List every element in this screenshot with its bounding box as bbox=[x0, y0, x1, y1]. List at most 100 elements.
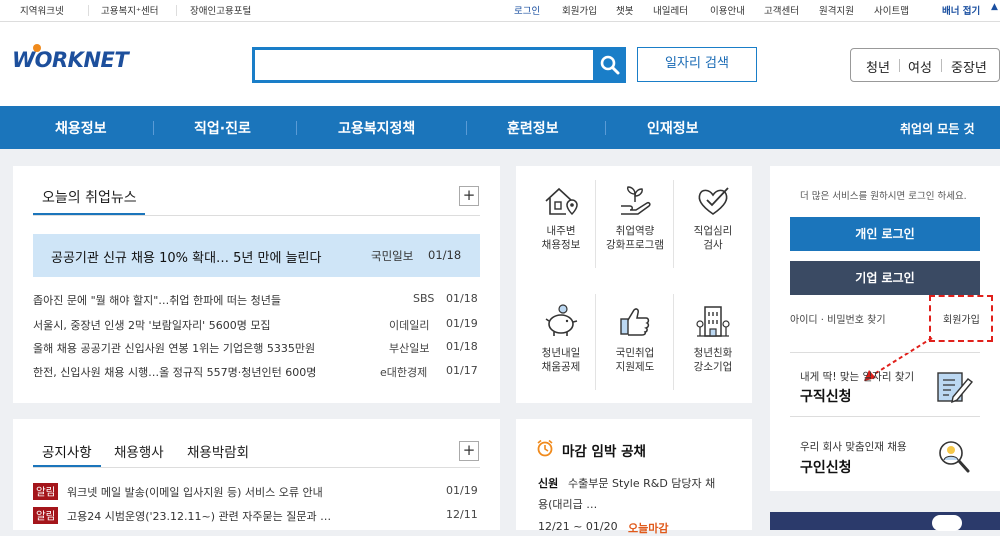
news-title[interactable]: 오늘의 취업뉴스 bbox=[42, 187, 137, 207]
divider bbox=[790, 352, 980, 353]
nav-item-welfare-policy[interactable]: 고용복지정책 bbox=[338, 118, 415, 138]
news-item-date: 01/18 bbox=[446, 340, 478, 353]
job-search-button[interactable]: 일자리 검색 bbox=[637, 47, 757, 82]
link-customer-center[interactable]: 고객센터 bbox=[764, 3, 799, 17]
main-nav: 채용정보 직업·진로 고용복지정책 훈련정보 인재정보 취업의 모든 것 bbox=[0, 106, 1000, 149]
worknet-logo[interactable]: WORKNET bbox=[12, 44, 129, 72]
news-item-text: 올해 채용 공공기관 신입사원 연봉 1위는 기업은행 5335만원 bbox=[33, 342, 316, 355]
link-regional-worknet[interactable]: 지역워크넷 bbox=[20, 3, 64, 17]
deadline-card: 마감 임박 공채 신원 수출부문 Style R&D 담당자 채 용(대리급 …… bbox=[516, 419, 752, 535]
divider bbox=[605, 121, 606, 135]
news-headline[interactable]: 공공기관 신규 채용 10% 확대… 5년 만에 늘린다 국민일보 01/18 bbox=[33, 234, 480, 277]
nav-item-training[interactable]: 훈련정보 bbox=[507, 118, 559, 138]
tab-recruit-events[interactable]: 채용행사 bbox=[114, 441, 164, 461]
link-remote-support[interactable]: 원격지원 bbox=[819, 3, 854, 17]
piggy-bank-icon bbox=[545, 304, 578, 336]
divider bbox=[790, 416, 980, 417]
plant-hand-icon bbox=[621, 186, 651, 215]
headline-text: 공공기관 신규 채용 10% 확대… 5년 만에 늘린다 bbox=[51, 251, 322, 266]
find-id-password-link[interactable]: 아이디 · 비밀번호 찾기 bbox=[790, 311, 886, 326]
link-disabled-employment-portal[interactable]: 장애인고용포털 bbox=[190, 3, 251, 17]
service-label: 채용정보 bbox=[541, 239, 581, 251]
tab-job-fairs[interactable]: 채용박람회 bbox=[187, 441, 249, 461]
nav-all-menu[interactable]: 취업의 모든 것 bbox=[900, 120, 975, 137]
tab-notice[interactable]: 공지사항 bbox=[42, 441, 92, 461]
deadline-company: 신원 bbox=[538, 477, 559, 490]
search-input[interactable] bbox=[252, 47, 596, 83]
service-label: 강화프로그램 bbox=[606, 239, 664, 251]
plus-icon: + bbox=[462, 186, 476, 204]
service-capacity-program[interactable]: 취업역량 강화프로그램 bbox=[596, 184, 674, 252]
divider bbox=[466, 121, 467, 135]
service-label: 내주변 bbox=[546, 225, 576, 237]
link-sitemap[interactable]: 사이트맵 bbox=[874, 3, 909, 17]
alarm-clock-icon bbox=[537, 439, 553, 457]
link-login[interactable]: 로그인 bbox=[514, 3, 540, 17]
quick-link-women[interactable]: 여성 bbox=[908, 57, 932, 76]
banner-fold-button[interactable]: 배너 접기 bbox=[942, 3, 980, 17]
service-psych-test[interactable]: 직업심리 검사 bbox=[674, 184, 752, 252]
login-prompt: 더 많은 서비스를 원하시면 로그인 하세요. bbox=[800, 191, 967, 202]
banner-control-icon[interactable] bbox=[932, 515, 962, 531]
logo-text: WORKNET bbox=[12, 48, 129, 72]
news-item-date: 01/18 bbox=[446, 292, 478, 305]
deadline-title: 마감 임박 공채 bbox=[562, 444, 646, 460]
link-chatbot[interactable]: 챗봇 bbox=[616, 3, 633, 17]
service-label: 국민취업 bbox=[615, 347, 655, 359]
heart-check-icon bbox=[698, 187, 729, 215]
link-employment-welfare-center[interactable]: 고용복지⁺센터 bbox=[101, 3, 158, 17]
service-label: 검사 bbox=[703, 239, 723, 251]
service-nearby-jobs[interactable]: 내주변 채용정보 bbox=[522, 184, 600, 252]
news-item-date: 01/19 bbox=[446, 317, 478, 330]
quick-link-middle-aged[interactable]: 중장년 bbox=[951, 57, 987, 76]
notice-item-date: 12/11 bbox=[446, 508, 478, 521]
job-seek-subtitle: 내게 딱! 맞는 일자리 찾기 bbox=[800, 371, 915, 383]
service-youth-savings[interactable]: 청년내일 채움공제 bbox=[522, 304, 600, 374]
service-grid: 내주변 채용정보 취업역량 강화프로그램 직업심리 검사 청년내일 채움공제 국… bbox=[516, 166, 752, 403]
link-naeil-letter[interactable]: 내일레터 bbox=[653, 3, 688, 17]
divider bbox=[899, 59, 900, 72]
signup-link[interactable]: 회원가입 bbox=[943, 311, 980, 326]
service-national-employment[interactable]: 국민취업 지원제도 bbox=[596, 304, 674, 374]
search-button[interactable] bbox=[594, 47, 626, 83]
news-card: 오늘의 취업뉴스 + 공공기관 신규 채용 10% 확대… 5년 만에 늘린다 … bbox=[13, 166, 500, 403]
promo-banner-partial[interactable] bbox=[770, 512, 1000, 531]
nav-item-talent[interactable]: 인재정보 bbox=[647, 118, 699, 138]
divider bbox=[153, 121, 154, 135]
notice-badge: 알림 bbox=[33, 483, 59, 500]
divider bbox=[176, 5, 177, 16]
thumbs-up-icon bbox=[620, 308, 650, 336]
login-panel: 더 많은 서비스를 원하시면 로그인 하세요. 개인 로그인 기업 로그인 아이… bbox=[770, 166, 1000, 491]
notice-item-text: 워크넷 메일 발송(이메일 입사지원 등) 서비스 오류 안내 bbox=[67, 486, 323, 499]
news-item-source: SBS bbox=[413, 292, 435, 305]
link-usage-guide[interactable]: 이용안내 bbox=[710, 3, 745, 17]
search-icon bbox=[600, 55, 620, 75]
deadline-desc: 용(대리급 … bbox=[538, 498, 598, 511]
notice-item-text: 고용24 시범운영('23.12.11~) 관련 자주묻는 질문과 … bbox=[67, 510, 332, 523]
news-item-source: 부산일보 bbox=[389, 342, 430, 355]
link-signup[interactable]: 회원가입 bbox=[562, 3, 597, 17]
recruit-subtitle: 우리 회사 맞춤인재 채용 bbox=[800, 441, 907, 453]
chevron-up-icon[interactable]: ▲ bbox=[991, 2, 998, 12]
personal-login-button[interactable]: 개인 로그인 bbox=[790, 217, 980, 251]
service-label: 강소기업 bbox=[693, 361, 733, 373]
house-location-icon bbox=[545, 187, 578, 216]
news-item-text: 서울시, 중장년 인생 2막 '보람일자리' 5600명 모집 bbox=[33, 319, 271, 332]
deadline-status: 오늘마감 bbox=[628, 522, 669, 535]
nav-item-career[interactable]: 직업·진로 bbox=[194, 118, 251, 138]
notice-more-button[interactable]: + bbox=[459, 441, 479, 461]
top-utility-bar: 지역워크넷 고용복지⁺센터 장애인고용포털 로그인 회원가입 챗봇 내일레터 이… bbox=[0, 0, 1000, 22]
nav-item-jobs[interactable]: 채용정보 bbox=[55, 118, 107, 138]
company-login-button[interactable]: 기업 로그인 bbox=[790, 261, 980, 295]
quick-target-links: 청년 여성 중장년 bbox=[850, 48, 1000, 82]
news-more-button[interactable]: + bbox=[459, 186, 479, 206]
divider bbox=[88, 5, 89, 16]
news-item-text: 좁아진 문에 "뭘 해야 할지"…취업 한파에 떠는 청년들 bbox=[33, 294, 281, 307]
talent-search-icon bbox=[939, 441, 970, 473]
quick-link-youth[interactable]: 청년 bbox=[866, 57, 890, 76]
divider bbox=[33, 467, 480, 468]
service-youth-friendly-sme[interactable]: 청년친화 강소기업 bbox=[674, 304, 752, 374]
recruit-title: 구인신청 bbox=[800, 460, 852, 476]
service-label: 지원제도 bbox=[615, 361, 655, 373]
divider bbox=[941, 59, 942, 72]
